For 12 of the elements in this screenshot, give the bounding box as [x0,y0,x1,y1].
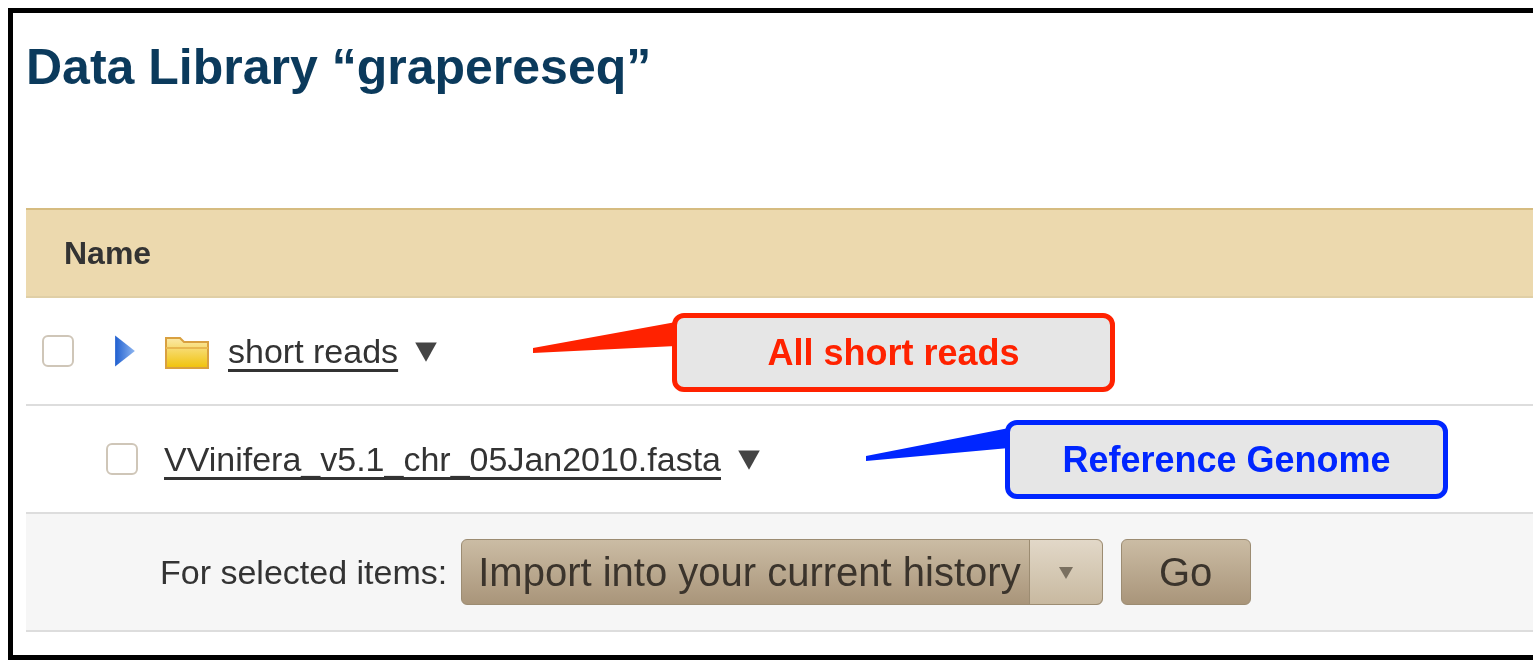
go-button[interactable]: Go [1120,539,1251,605]
page-title: Data Library “grapereseq” [26,38,653,97]
item-link[interactable]: VVinifera_v5.1_chr_05Jan2010.fasta [164,439,721,479]
action-dropdown[interactable]: Import into your current history [461,539,1103,605]
action-label: For selected items: [160,552,448,592]
callout-box: Reference Genome [1005,420,1448,499]
checkbox[interactable] [106,443,138,475]
column-heading: Name [64,234,152,272]
expand-triangle-icon[interactable] [114,334,136,368]
checkbox[interactable] [42,335,74,367]
item-link[interactable]: short reads [228,331,399,371]
callout-box: All short reads [672,313,1115,392]
